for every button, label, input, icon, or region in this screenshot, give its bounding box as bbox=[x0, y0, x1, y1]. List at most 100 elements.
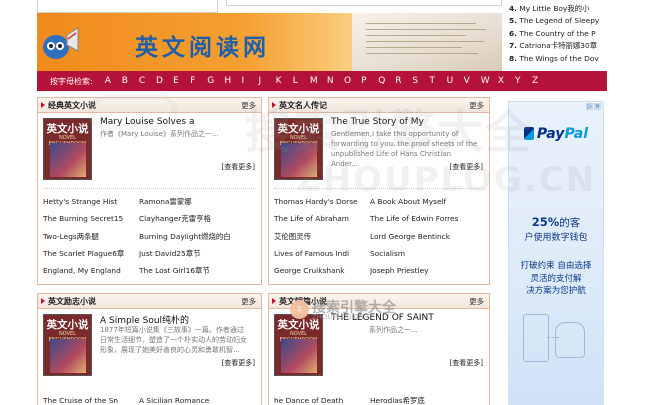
book-link[interactable]: A Book About Myself bbox=[370, 193, 489, 210]
letter-i-link[interactable]: I bbox=[241, 76, 258, 86]
more-link[interactable]: 更多 bbox=[469, 294, 484, 309]
book-link[interactable]: Lord George Bentinck bbox=[370, 228, 489, 245]
letter-b-link[interactable]: B bbox=[122, 76, 139, 86]
featured-book-title[interactable]: The True Story of My bbox=[331, 117, 424, 127]
book-link[interactable]: Hetty's Strange Hist bbox=[43, 193, 139, 210]
panel-title: 经典英文小说 bbox=[48, 101, 96, 110]
letter-m-link[interactable]: M bbox=[310, 76, 327, 86]
featured-book-title[interactable]: Mary Louise Solves a bbox=[100, 117, 194, 127]
book-link[interactable]: Burning Daylight燃烧的白 bbox=[139, 228, 259, 245]
panel-title: 英文名人传记 bbox=[279, 101, 327, 110]
letter-z-link[interactable]: Z bbox=[532, 76, 549, 86]
arrow-right-icon bbox=[272, 298, 276, 304]
book-link[interactable]: Lives of Famous Indi bbox=[274, 245, 370, 262]
featured-book: 英文小说 NOVEL ENGLISHROOM Mary Louise Solve… bbox=[38, 113, 261, 180]
letter-r-link[interactable]: R bbox=[395, 76, 412, 86]
book-link[interactable]: The Scarlet Plague6章 bbox=[43, 245, 139, 262]
letter-t-link[interactable]: T bbox=[429, 76, 446, 86]
alphabet-label: 按字母检索: bbox=[50, 76, 93, 86]
book-link[interactable]: Two-Legs两条腿 bbox=[43, 228, 139, 245]
letter-x-link[interactable]: X bbox=[498, 76, 515, 86]
more-link[interactable]: 更多 bbox=[469, 98, 484, 113]
list-item[interactable]: 4. My Little Boy我的小 bbox=[509, 3, 644, 15]
book-link[interactable]: Just David25章节 bbox=[139, 245, 259, 262]
arrow-right-icon bbox=[272, 102, 276, 108]
book-link[interactable]: The Cruise of the Sn bbox=[43, 392, 139, 405]
more-link[interactable]: 更多 bbox=[241, 294, 256, 309]
book-link[interactable]: Clayhanger克雷亨格 bbox=[139, 210, 259, 227]
alphabet-letters: A B C D E F G H I J K L M N O P Q R S T … bbox=[105, 76, 549, 86]
list-item[interactable]: 6. The Country of the P bbox=[509, 28, 644, 40]
list-item[interactable]: 5. The Legend of Sleepy bbox=[509, 15, 644, 27]
letter-p-link[interactable]: P bbox=[361, 76, 378, 86]
book-link-list: Thomas Hardy's Dorse A Book About Myself… bbox=[274, 193, 489, 279]
letter-u-link[interactable]: U bbox=[447, 76, 464, 86]
letter-j-link[interactable]: J bbox=[259, 76, 276, 86]
view-more-link[interactable]: [查看更多] bbox=[450, 358, 483, 368]
letter-w-link[interactable]: W bbox=[481, 76, 498, 86]
book-link[interactable]: Thomas Hardy's Dorse bbox=[274, 193, 370, 210]
letter-f-link[interactable]: F bbox=[190, 76, 207, 86]
book-link[interactable]: England, My England bbox=[43, 262, 139, 279]
letter-k-link[interactable]: K bbox=[276, 76, 293, 86]
letter-y-link[interactable]: Y bbox=[515, 76, 532, 86]
paypal-icon bbox=[523, 127, 534, 140]
top-ranking-list: 4. My Little Boy我的小 5. The Legend of Sle… bbox=[509, 3, 644, 65]
letter-d-link[interactable]: D bbox=[156, 76, 173, 86]
book-link[interactable]: The Life of Edwin Forres bbox=[370, 210, 489, 227]
view-more-link[interactable]: [查看更多] bbox=[222, 162, 255, 172]
letter-l-link[interactable]: L bbox=[293, 76, 310, 86]
book-cover-image[interactable]: 英文小说 NOVEL ENGLISHROOM bbox=[274, 118, 323, 180]
ad-controls: ▷ ✕ bbox=[586, 103, 601, 110]
book-link[interactable]: Herodias希罗底 bbox=[370, 392, 489, 405]
featured-book-desc: 1877年短篇小说集《三故事》一篇。作者通过日常生活细节，塑造了一个朴实动人的劳… bbox=[100, 326, 247, 354]
book-link-list: Hetty's Strange Hist Ramona雷蒙娜 The Burni… bbox=[43, 193, 261, 279]
letter-e-link[interactable]: E bbox=[173, 76, 190, 86]
letter-q-link[interactable]: Q bbox=[378, 76, 395, 86]
site-banner[interactable]: 英文阅读网 bbox=[37, 13, 502, 71]
view-more-link[interactable]: [查看更多] bbox=[450, 162, 483, 172]
panel-classic-novels: 经典英文小说 更多 英文小说 NOVEL ENGLISHROOM Mary Lo… bbox=[37, 97, 262, 285]
featured-book-desc: 系列作品之一... bbox=[369, 326, 418, 334]
list-item[interactable]: 8. The Wings of the Dov bbox=[509, 53, 644, 65]
book-link[interactable]: The Lost Girl16章节 bbox=[139, 262, 259, 279]
book-cover-image[interactable]: 英文小说 NOVEL ENGLISHROOM bbox=[43, 118, 92, 180]
panel-inspirational-novels: 英文励志小说 更多 英文小说 NOVEL ENGLISHROOM A Simpl… bbox=[37, 293, 262, 405]
book-link[interactable]: A Sicilian Romance bbox=[139, 392, 259, 405]
book-link[interactable]: Joseph Priestley bbox=[370, 262, 489, 279]
site-title: 英文阅读网 bbox=[135, 35, 270, 61]
divider bbox=[43, 188, 256, 189]
hand-illustration-icon bbox=[555, 322, 585, 358]
ad-close-icon[interactable]: ✕ bbox=[594, 103, 601, 110]
book-link[interactable]: Ramona雷蒙娜 bbox=[139, 193, 259, 210]
letter-c-link[interactable]: C bbox=[139, 76, 156, 86]
book-link[interactable]: The Burning Secret15 bbox=[43, 210, 139, 227]
book-link[interactable]: George Cruikshank bbox=[274, 262, 370, 279]
book-link[interactable]: 艾伦图灵传 bbox=[274, 228, 370, 245]
book-link[interactable]: The Life of Abraham bbox=[274, 210, 370, 227]
letter-a-link[interactable]: A bbox=[105, 76, 122, 86]
watermark-logo-icon: Z bbox=[290, 300, 309, 319]
panel-header: 英文励志小说 更多 bbox=[38, 294, 261, 309]
book-link[interactable]: Socialism bbox=[370, 245, 489, 262]
book-link-list: he Dance of Death Herodias希罗底 bbox=[274, 392, 489, 405]
letter-s-link[interactable]: S bbox=[412, 76, 429, 86]
ad-headline-2: 户使用数字钱包 bbox=[524, 233, 588, 243]
arrow-right-icon bbox=[41, 102, 45, 108]
book-cover-image[interactable]: 英文小说 NOVEL ENGLISHROOM bbox=[274, 314, 323, 376]
top-left-box bbox=[37, 0, 218, 13]
letter-v-link[interactable]: V bbox=[464, 76, 481, 86]
letter-g-link[interactable]: G bbox=[207, 76, 224, 86]
letter-n-link[interactable]: N bbox=[327, 76, 344, 86]
ad-info-icon[interactable]: ▷ bbox=[586, 103, 593, 110]
letter-o-link[interactable]: O bbox=[344, 76, 361, 86]
book-cover-image[interactable]: 英文小说 NOVEL ENGLISHROOM bbox=[43, 314, 92, 376]
letter-h-link[interactable]: H bbox=[224, 76, 241, 86]
view-more-link[interactable]: [查看更多] bbox=[222, 358, 255, 368]
book-link[interactable]: he Dance of Death bbox=[274, 392, 370, 405]
phone-illustration-icon bbox=[523, 314, 549, 362]
list-item[interactable]: 7. Catriona卡特丽娜30章 bbox=[509, 40, 644, 52]
paypal-ad[interactable]: ▷ ✕ PayPal 25%的客 户使用数字钱包 打破约束 自由选择 灵活的支付… bbox=[508, 101, 604, 405]
speaker-logo-icon bbox=[43, 27, 79, 59]
more-link[interactable]: 更多 bbox=[241, 98, 256, 113]
